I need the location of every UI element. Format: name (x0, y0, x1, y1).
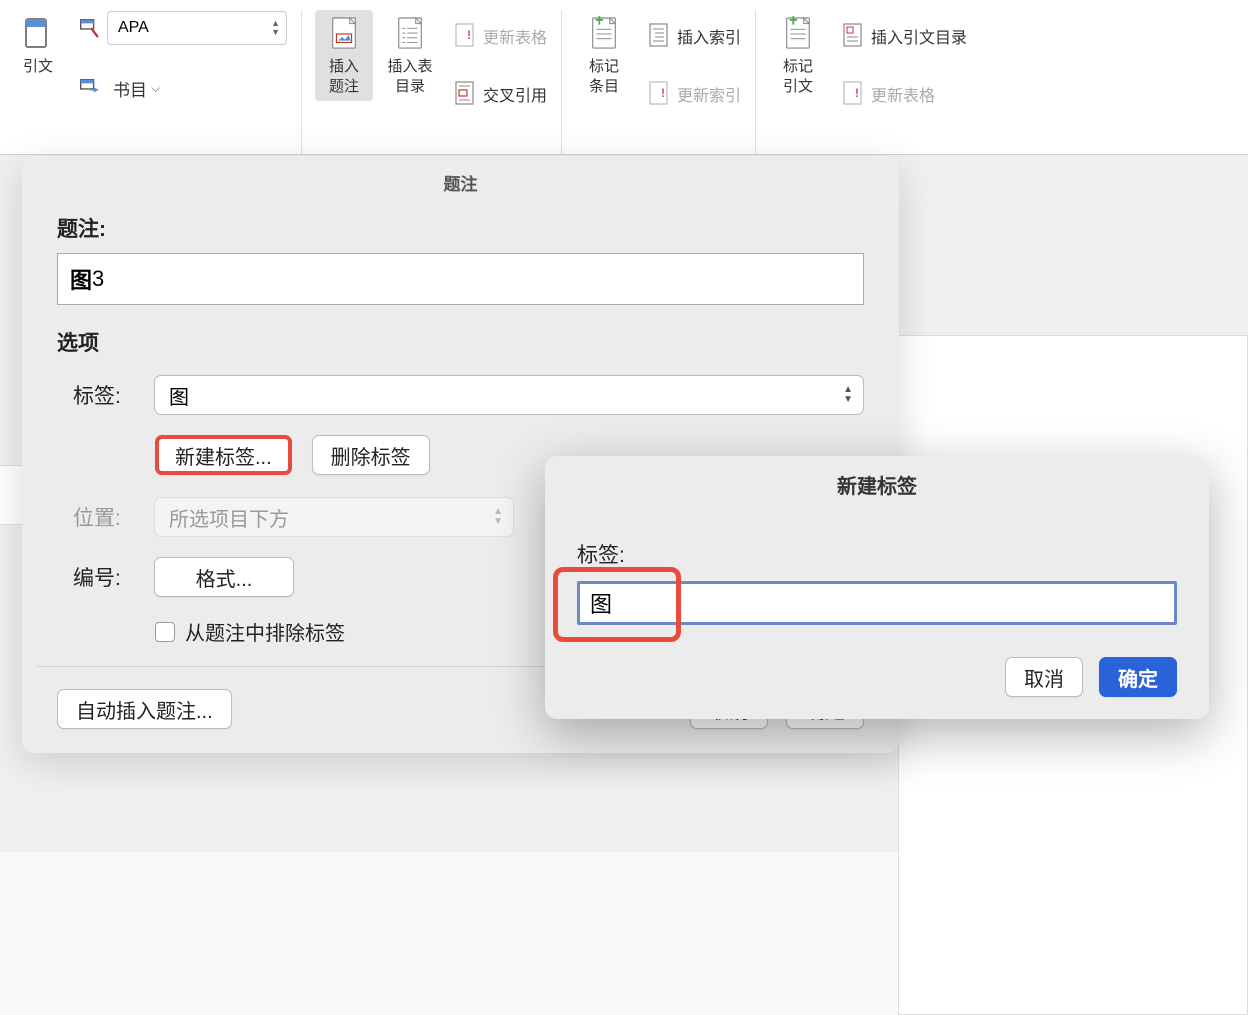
style-value: APA (118, 19, 149, 37)
svg-text:!: ! (855, 86, 859, 100)
cross-reference-label: 交叉引用 (483, 82, 547, 106)
style-selector[interactable]: APA ▲▼ (71, 10, 293, 46)
caption-field-label: 题注: (57, 213, 864, 243)
newlabel-cancel-button[interactable]: 取消 (1005, 657, 1083, 697)
insert-index-label: 插入索引 (677, 24, 741, 48)
mark-entry-button[interactable]: 标记 条目 (575, 10, 633, 101)
citation-icon (22, 15, 54, 53)
exclude-label-text: 从题注中排除标签 (185, 617, 345, 646)
auto-caption-button[interactable]: 自动插入题注... (57, 689, 232, 729)
mark-citation-icon (782, 15, 814, 53)
newlabel-dialog-title: 新建标签 (545, 456, 1209, 539)
dialog-title: 题注 (22, 156, 899, 213)
position-select-value: 所选项目下方 (169, 503, 289, 532)
insert-toa-icon (841, 24, 865, 48)
cross-reference-button[interactable]: 交叉引用 (447, 76, 553, 112)
label-row-label: 标签: (73, 380, 138, 410)
insert-citation-button[interactable]: 引文 (13, 10, 63, 82)
exclude-label-checkbox[interactable] (155, 622, 175, 642)
insert-tof-button[interactable]: 插入表 目录 (381, 10, 439, 101)
style-combo[interactable]: APA ▲▼ (107, 11, 287, 45)
insert-caption-icon (328, 15, 360, 53)
chevron-down-icon: ⌵ (151, 81, 160, 96)
update-toa-label: 更新表格 (871, 82, 935, 106)
options-section-title: 选项 (57, 327, 864, 357)
update-toa-icon: ! (841, 82, 865, 106)
update-table-label: 更新表格 (483, 24, 547, 48)
new-label-button[interactable]: 新建标签... (155, 435, 292, 475)
newlabel-ok-button[interactable]: 确定 (1099, 657, 1177, 697)
caption-number: 3 (92, 266, 104, 292)
citation-label: 引文 (23, 57, 53, 77)
update-index-icon: ! (647, 82, 671, 106)
svg-text:!: ! (661, 86, 665, 100)
stepper-icon: ▲▼ (271, 19, 280, 37)
mark-citation-button[interactable]: 标记 引文 (769, 10, 827, 101)
bibliography-icon (77, 76, 101, 100)
caption-input[interactable]: 图 3 (57, 253, 864, 305)
insert-tof-label: 插入表 目录 (387, 57, 432, 96)
position-select: 所选项目下方 ▲▼ (154, 497, 514, 537)
insert-toa-button[interactable]: 插入引文目录 (835, 18, 973, 54)
ribbon-group-captions: 插入 题注 插入表 目录 ! 更新表格 (307, 10, 562, 154)
number-row-label: 编号: (73, 562, 138, 592)
insert-index-button[interactable]: 插入索引 (641, 18, 747, 54)
newlabel-input[interactable] (577, 581, 1177, 625)
update-index-label: 更新索引 (677, 82, 741, 106)
position-row-label: 位置: (73, 502, 138, 532)
svg-text:!: ! (467, 28, 471, 42)
label-select-value: 图 (169, 381, 189, 410)
insert-index-icon (647, 24, 671, 48)
cross-reference-icon (453, 82, 477, 106)
delete-label-button[interactable]: 删除标签 (312, 435, 430, 475)
number-format-button[interactable]: 格式... (154, 557, 294, 597)
label-select[interactable]: 图 ▲▼ (154, 375, 864, 415)
ribbon-group-index: 标记 条目 插入索引 ! 更新索引 (567, 10, 756, 154)
update-table-button[interactable]: ! 更新表格 (447, 18, 553, 54)
caption-prefix: 图 (70, 263, 92, 295)
style-brush-icon (77, 16, 101, 40)
updown-icon: ▲▼ (493, 507, 503, 527)
mark-entry-label: 标记 条目 (589, 57, 619, 96)
ribbon-group-toa: 标记 引文 插入引文目录 ! 更新表格 (761, 10, 981, 154)
insert-caption-label: 插入 题注 (329, 57, 359, 96)
newlabel-field-label: 标签: (577, 539, 1177, 569)
new-label-dialog: 新建标签 标签: 取消 确定 (545, 456, 1209, 719)
ribbon-group-citations: 引文 APA ▲▼ 书目 ⌵ (5, 10, 302, 154)
update-index-button[interactable]: ! 更新索引 (641, 76, 747, 112)
bibliography-label: 书目 (113, 76, 147, 101)
update-toa-button[interactable]: ! 更新表格 (835, 76, 973, 112)
mark-citation-label: 标记 引文 (783, 57, 813, 96)
bibliography-button[interactable]: 书目 ⌵ (71, 70, 293, 106)
insert-caption-button[interactable]: 插入 题注 (315, 10, 373, 101)
ribbon-toolbar: 引文 APA ▲▼ 书目 ⌵ (0, 0, 1248, 155)
update-table-icon: ! (453, 24, 477, 48)
insert-toa-label: 插入引文目录 (871, 24, 967, 48)
mark-entry-icon (588, 15, 620, 53)
updown-icon: ▲▼ (843, 385, 853, 405)
table-of-figures-icon (394, 15, 426, 53)
